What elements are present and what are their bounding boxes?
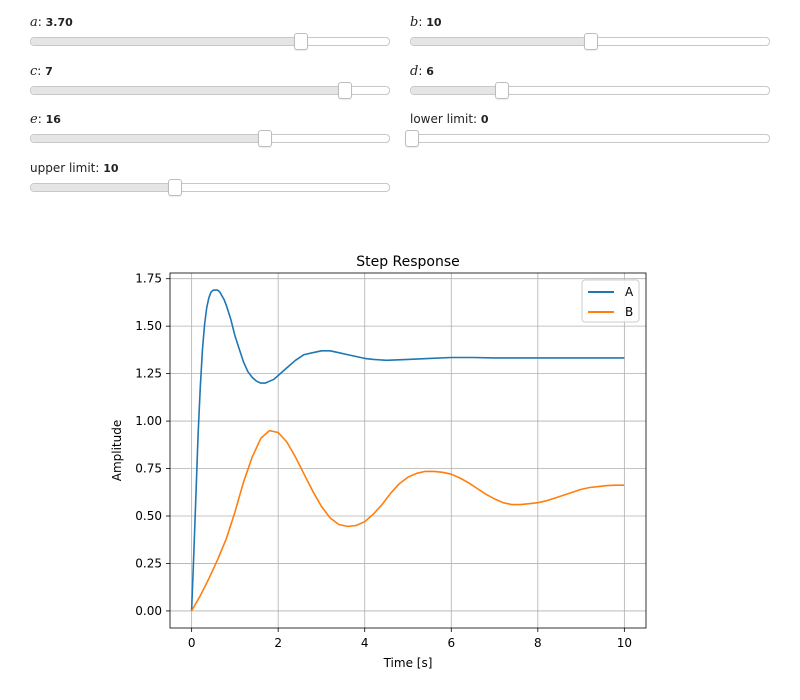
slider-lower-limit-track[interactable]: [405, 130, 770, 147]
slider-c-track[interactable]: [30, 82, 390, 99]
slider-e-label: e: 16: [30, 112, 61, 127]
slider-lower-limit-handle[interactable]: [405, 130, 419, 147]
slider-upper-limit-handle[interactable]: [168, 179, 183, 196]
slider-upper-limit-track[interactable]: [30, 179, 390, 196]
legend-label-b: B: [625, 305, 633, 319]
slider-a: a: 3.70: [30, 15, 390, 55]
slider-a-value: 3.70: [45, 16, 73, 29]
slider-c: c: 7: [30, 64, 390, 104]
slider-d: d: 6: [410, 64, 770, 104]
slider-b-handle[interactable]: [584, 33, 598, 50]
slider-b-value: 10: [426, 16, 442, 29]
step-response-chart: 0 2 4 6 8 100.000.250.500.751.001.251.501.75 …: [110, 254, 647, 670]
slider-upper-limit: upper limit: 10: [30, 161, 390, 201]
slider-a-label: a: 3.70: [30, 15, 73, 30]
slider-upper-limit-label: upper limit: 10: [30, 161, 119, 175]
slider-e-track[interactable]: [30, 130, 390, 147]
slider-lower-limit-label: lower limit: 0: [410, 112, 489, 126]
x-tick-label: 4: [361, 636, 369, 650]
ticks: 0 2 4 6 8 10 0.00 0.25 0.50 0.75 1.00 1.25 1.50 1.75: [135, 272, 632, 650]
slider-a-handle[interactable]: [293, 33, 308, 50]
slider-c-value: 7: [45, 65, 53, 78]
series-line-a: [190, 289, 625, 611]
slider-d-value: 6: [426, 65, 434, 78]
slider-e-handle[interactable]: [257, 130, 272, 147]
y-tick-label: 0.25: [135, 556, 162, 570]
x-tick-label: 6: [447, 636, 455, 650]
x-tick-label: 10: [617, 636, 632, 650]
x-tick-label: 8: [534, 636, 542, 650]
slider-c-handle[interactable]: [338, 82, 353, 99]
slider-lower-limit: lower limit: 0: [405, 112, 770, 152]
x-tick-label: 2: [274, 636, 282, 650]
slider-e: e: 16: [30, 112, 390, 152]
y-tick-label: 1.00: [135, 414, 162, 428]
legend-label-a: A: [625, 285, 634, 299]
slider-d-track[interactable]: [410, 82, 770, 99]
slider-b-track[interactable]: [410, 33, 770, 50]
slider-d-handle[interactable]: [494, 82, 509, 99]
legend: A B: [581, 279, 640, 323]
x-axis-label: Time [s]: [383, 656, 433, 670]
slider-upper-limit-value: 10: [103, 162, 119, 175]
slider-b-label: b: 10: [410, 15, 442, 30]
grid: [170, 273, 646, 628]
y-tick-label: 0.50: [135, 509, 162, 523]
y-tick-label: 1.75: [135, 272, 162, 286]
slider-d-label: d: 6: [410, 64, 434, 79]
y-tick-label: 0.75: [135, 462, 162, 476]
slider-e-value: 16: [45, 113, 61, 126]
y-tick-label: 1.25: [135, 367, 162, 381]
slider-b: b: 10: [410, 15, 770, 55]
y-tick-label: 0.00: [135, 604, 162, 618]
chart-title: Step Response: [356, 254, 460, 270]
series-line-b: [190, 429, 625, 612]
slider-a-track[interactable]: [30, 33, 390, 50]
slider-c-label: c: 7: [30, 64, 53, 79]
series-layer: [190, 289, 625, 612]
y-axis-label: Amplitude: [110, 420, 124, 482]
y-tick-label: 1.50: [135, 319, 162, 333]
x-tick-label: 0: [188, 636, 196, 650]
slider-lower-limit-value: 0: [480, 113, 489, 126]
